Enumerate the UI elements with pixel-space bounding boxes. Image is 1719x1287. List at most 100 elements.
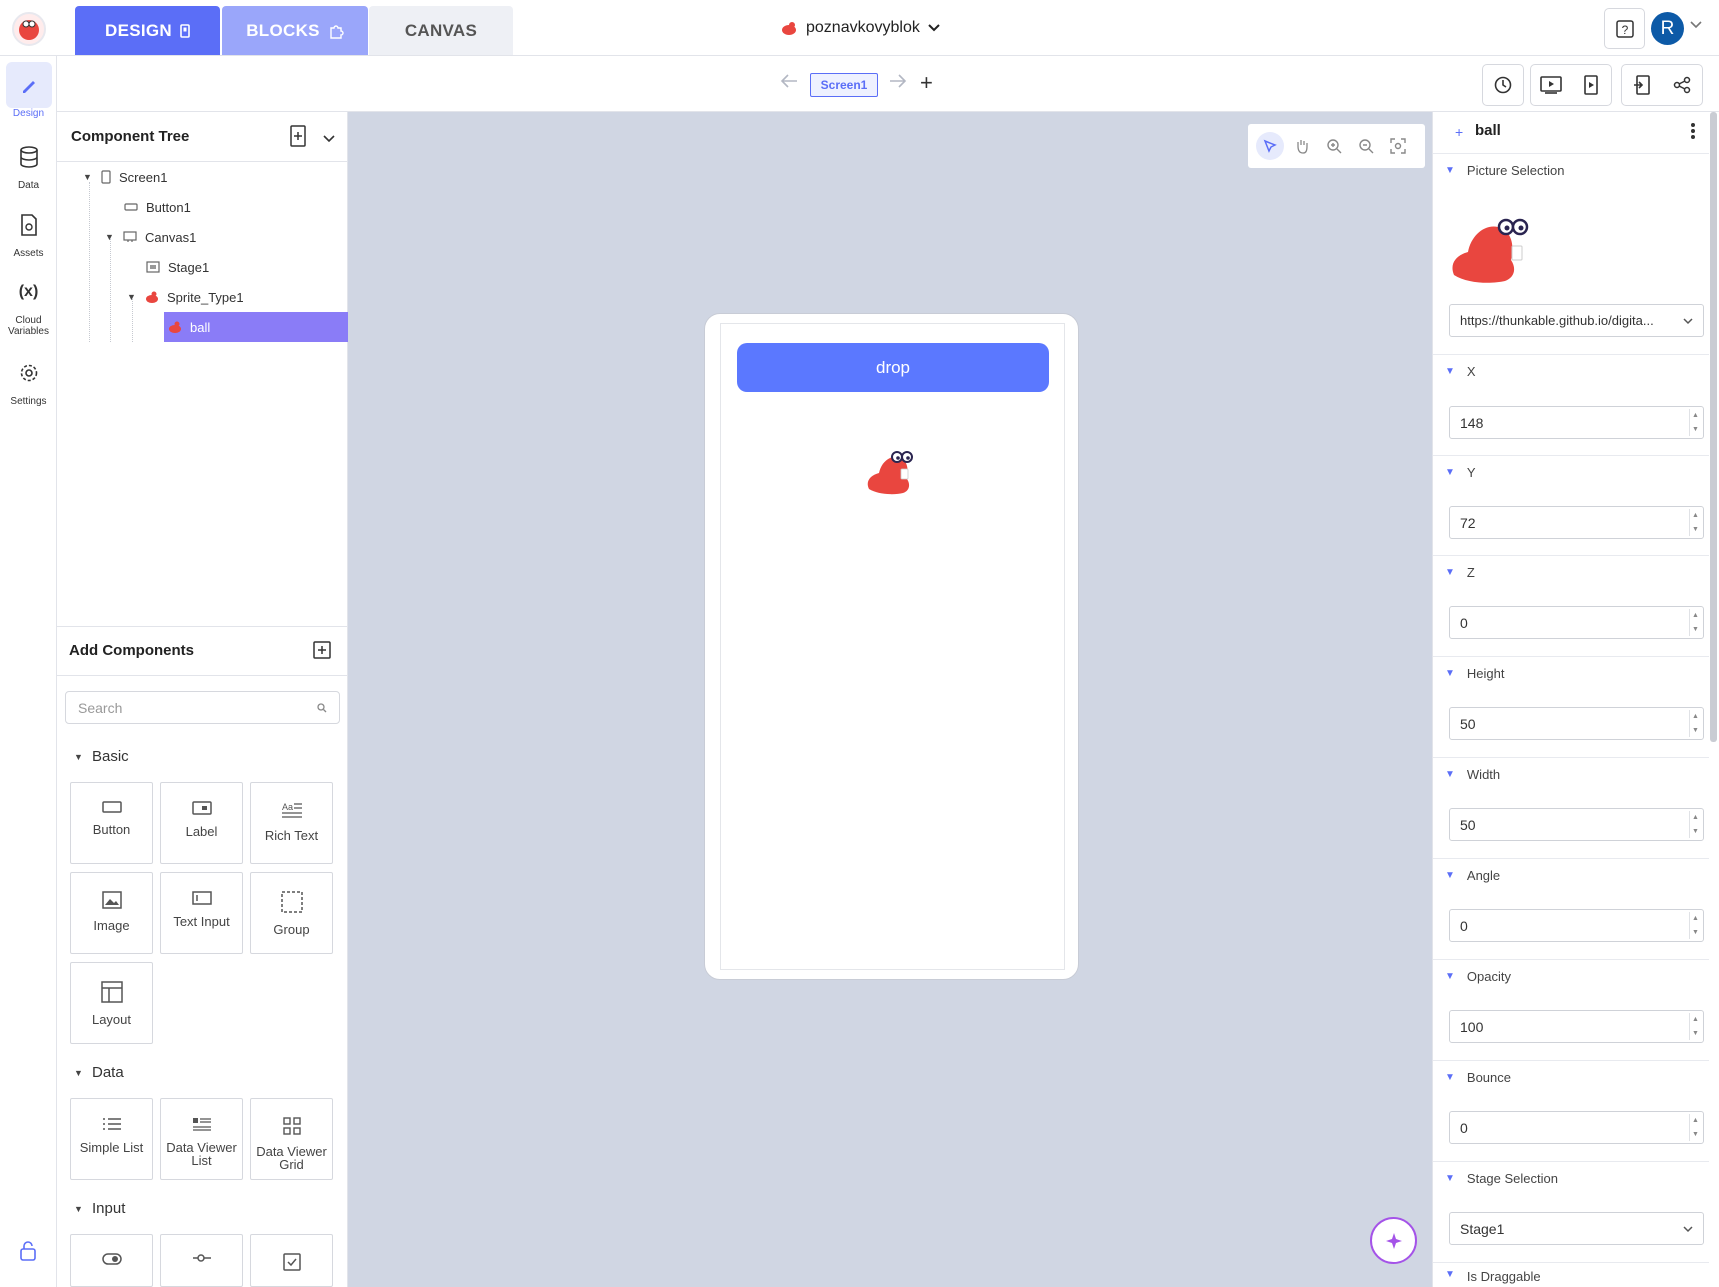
drop-button[interactable]: drop [737, 343, 1049, 392]
list-icon [102, 1118, 121, 1130]
history-icon[interactable] [1483, 65, 1523, 105]
opacity-input[interactable]: 100 ▲ ▼ [1449, 1010, 1704, 1043]
zoom-out-icon[interactable] [1352, 132, 1380, 160]
stepper[interactable]: ▲ ▼ [1689, 912, 1701, 939]
prop-is-draggable[interactable]: ▼ Is Draggable [1433, 1262, 1709, 1287]
prop-x[interactable]: ▼ X [1433, 354, 1709, 388]
prop-angle[interactable]: ▼ Angle [1433, 858, 1709, 892]
rail-data-label: Data [17, 180, 40, 191]
rail-data[interactable]: Data [4, 134, 53, 191]
component-card-slider[interactable] [160, 1234, 243, 1287]
prop-label: Z [1466, 565, 1475, 580]
component-card-layout[interactable]: Layout [70, 962, 153, 1044]
cursor-icon[interactable] [1256, 132, 1284, 160]
height-input[interactable]: 50 ▲ ▼ [1449, 707, 1704, 740]
stepper[interactable]: ▲ ▼ [1689, 1114, 1701, 1141]
prop-label: Width [1466, 767, 1501, 782]
prop-label: Bounce [1466, 1070, 1511, 1085]
z-input[interactable]: 0 ▲ ▼ [1449, 606, 1704, 639]
screen-selector[interactable]: Screen1 [810, 73, 878, 97]
ball-sprite[interactable] [863, 447, 917, 502]
zoom-in-icon[interactable] [1320, 132, 1348, 160]
tree-row-screen1[interactable]: ▼ Screen1 [83, 163, 167, 191]
prop-y[interactable]: ▼ Y [1433, 455, 1709, 489]
x-input[interactable]: 148 ▲ ▼ [1449, 406, 1704, 439]
play-web-icon[interactable] [1531, 65, 1571, 105]
add-screen-button[interactable]: + [920, 70, 933, 96]
share-icon[interactable] [1662, 65, 1702, 105]
tab-canvas[interactable]: CANVAS [369, 6, 513, 55]
prop-stage-selection[interactable]: ▼ Stage Selection [1433, 1161, 1709, 1195]
section-input[interactable]: ▼ Input [74, 1200, 125, 1217]
fit-screen-icon[interactable] [1384, 132, 1412, 160]
section-basic[interactable]: ▼ Basic [74, 748, 129, 765]
component-name[interactable]: ball [1475, 122, 1501, 139]
prop-bounce[interactable]: ▼ Bounce [1433, 1060, 1709, 1094]
tree-row-ball[interactable]: ball [168, 313, 210, 341]
rail-design[interactable]: Design [4, 62, 53, 119]
tree-row-canvas1[interactable]: ▼ Canvas1 [105, 223, 196, 251]
rail-cloud-variables[interactable]: (x) Cloud Variables [4, 269, 53, 337]
prop-label: X [1466, 364, 1476, 379]
chevron-down-icon[interactable] [1690, 18, 1706, 38]
rail-assets[interactable]: Assets [4, 202, 53, 259]
tree-row-button1[interactable]: Button1 [124, 193, 191, 221]
angle-input[interactable]: 0 ▲ ▼ [1449, 909, 1704, 942]
section-data[interactable]: ▼ Data [74, 1064, 124, 1081]
tree-row-stage1[interactable]: Stage1 [146, 253, 209, 281]
more-vertical-icon[interactable] [1690, 122, 1696, 145]
component-card-image[interactable]: Image [70, 872, 153, 954]
arrow-right-icon[interactable] [889, 72, 907, 95]
component-card-simple-list[interactable]: Simple List [70, 1098, 153, 1180]
canvas-component[interactable] [720, 323, 1065, 970]
z-value: 0 [1460, 615, 1468, 631]
stepper[interactable]: ▲ ▼ [1689, 710, 1701, 737]
component-card-switch[interactable] [70, 1234, 153, 1287]
stepper[interactable]: ▲ ▼ [1689, 811, 1701, 838]
prop-opacity[interactable]: ▼ Opacity [1433, 959, 1709, 993]
prop-picture-selection[interactable]: ▼ Picture Selection [1433, 153, 1709, 187]
component-card-data-viewer-list[interactable]: Data Viewer List [160, 1098, 243, 1180]
app-logo[interactable] [12, 12, 46, 46]
tab-design[interactable]: DESIGN [75, 6, 220, 55]
properties-scrollbar[interactable] [1710, 112, 1717, 742]
avatar[interactable]: R [1651, 12, 1684, 45]
tree-row-sprite-type1[interactable]: ▼ Sprite_Type1 [127, 283, 244, 311]
bounce-input[interactable]: 0 ▲ ▼ [1449, 1111, 1704, 1144]
component-card-rich-text[interactable]: Aa Rich Text [250, 782, 333, 864]
tab-blocks-label: BLOCKS [246, 20, 320, 40]
prop-height[interactable]: ▼ Height [1433, 656, 1709, 690]
sprite-icon [146, 291, 158, 303]
rail-settings[interactable]: Settings [4, 350, 53, 407]
stepper[interactable]: ▲ ▼ [1689, 509, 1701, 536]
picture-url-select[interactable]: https://thunkable.github.io/digita... [1449, 304, 1704, 337]
y-input[interactable]: 72 ▲ ▼ [1449, 506, 1704, 539]
prop-z[interactable]: ▼ Z [1433, 555, 1709, 589]
component-card-checkbox[interactable] [250, 1234, 333, 1287]
gear-icon [6, 350, 52, 396]
project-selector[interactable]: poznavkovyblok [780, 16, 940, 40]
component-card-button[interactable]: Button [70, 782, 153, 864]
lock-icon[interactable] [18, 1240, 38, 1267]
ai-assist-button[interactable] [1370, 1217, 1417, 1264]
stage-select[interactable]: Stage1 [1449, 1212, 1704, 1245]
search-input[interactable]: Search [65, 691, 340, 724]
arrow-left-icon[interactable] [780, 72, 798, 95]
help-button[interactable]: ? [1604, 8, 1645, 49]
add-screen-icon[interactable] [290, 125, 306, 152]
chevron-down-icon[interactable] [323, 130, 335, 148]
component-card-data-viewer-grid[interactable]: Data Viewer Grid [250, 1098, 333, 1180]
stepper[interactable]: ▲ ▼ [1689, 409, 1701, 436]
hand-icon[interactable] [1288, 132, 1316, 160]
component-card-text-input[interactable]: Text Input [160, 872, 243, 954]
component-card-label[interactable]: Label [160, 782, 243, 864]
add-box-icon[interactable] [313, 641, 331, 664]
download-app-icon[interactable] [1622, 65, 1662, 105]
tab-blocks[interactable]: BLOCKS [222, 6, 368, 55]
width-input[interactable]: 50 ▲ ▼ [1449, 808, 1704, 841]
play-phone-icon[interactable] [1571, 65, 1611, 105]
component-card-group[interactable]: Group [250, 872, 333, 954]
stepper[interactable]: ▲ ▼ [1689, 609, 1701, 636]
prop-width[interactable]: ▼ Width [1433, 757, 1709, 791]
stepper[interactable]: ▲ ▼ [1689, 1013, 1701, 1040]
